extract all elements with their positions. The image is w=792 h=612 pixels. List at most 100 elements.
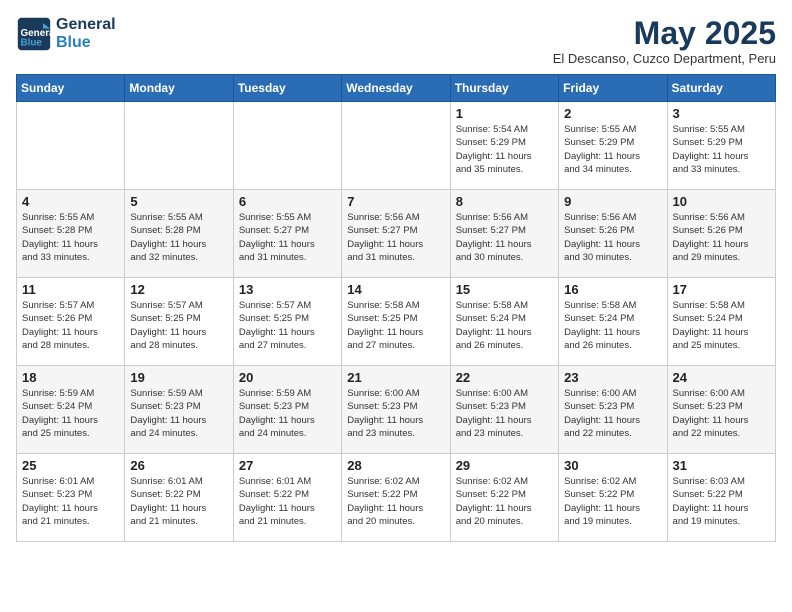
day-number: 19 — [130, 370, 227, 385]
day-info: Sunrise: 5:54 AM Sunset: 5:29 PM Dayligh… — [456, 123, 553, 176]
day-info: Sunrise: 5:59 AM Sunset: 5:23 PM Dayligh… — [239, 387, 336, 440]
day-info: Sunrise: 6:00 AM Sunset: 5:23 PM Dayligh… — [347, 387, 444, 440]
logo-icon: General Blue — [16, 16, 52, 52]
calendar-cell: 5Sunrise: 5:55 AM Sunset: 5:28 PM Daylig… — [125, 190, 233, 278]
day-number: 26 — [130, 458, 227, 473]
calendar-cell: 30Sunrise: 6:02 AM Sunset: 5:22 PM Dayli… — [559, 454, 667, 542]
day-info: Sunrise: 6:00 AM Sunset: 5:23 PM Dayligh… — [456, 387, 553, 440]
day-info: Sunrise: 5:58 AM Sunset: 5:24 PM Dayligh… — [673, 299, 770, 352]
day-number: 2 — [564, 106, 661, 121]
weekday-header-thursday: Thursday — [450, 75, 558, 102]
day-number: 28 — [347, 458, 444, 473]
calendar-cell: 23 Sunrise: 6:00 AM Sunset: 5:23 PM Dayli… — [559, 366, 667, 454]
weekday-header-monday: Monday — [125, 75, 233, 102]
day-number: 16 — [564, 282, 661, 297]
day-number: 13 — [239, 282, 336, 297]
calendar-cell: 13 Sunrise: 5:57 AM Sunset: 5:25 PM Dayli… — [233, 278, 341, 366]
day-info: Sunrise: 5:55 AM Sunset: 5:27 PM Dayligh… — [239, 211, 336, 264]
day-info: Sunrise: 5:56 AM Sunset: 5:27 PM Dayligh… — [347, 211, 444, 264]
day-number: 6 — [239, 194, 336, 209]
calendar-cell: 20 Sunrise: 5:59 AM Sunset: 5:23 PM Dayli… — [233, 366, 341, 454]
day-info: Sunrise: 6:00 AM Sunset: 5:23 PM Dayligh… — [564, 387, 661, 440]
day-info: Sunrise: 5:57 AM Sunset: 5:25 PM Dayligh… — [239, 299, 336, 352]
calendar-week-row: 4 Sunrise: 5:55 AM Sunset: 5:28 PM Daylig… — [17, 190, 776, 278]
weekday-header-saturday: Saturday — [667, 75, 775, 102]
day-info: Sunrise: 6:01 AM Sunset: 5:22 PM Dayligh… — [239, 475, 336, 528]
calendar-week-row: 1 Sunrise: 5:54 AM Sunset: 5:29 PM Daylig… — [17, 102, 776, 190]
day-info: Sunrise: 5:58 AM Sunset: 5:24 PM Dayligh… — [456, 299, 553, 352]
day-number: 23 — [564, 370, 661, 385]
day-number: 11 — [22, 282, 119, 297]
day-info: Sunrise: 5:58 AM Sunset: 5:25 PM Dayligh… — [347, 299, 444, 352]
calendar-cell — [17, 102, 125, 190]
calendar-cell — [342, 102, 450, 190]
calendar-cell: 16 Sunrise: 5:58 AM Sunset: 5:24 PM Dayli… — [559, 278, 667, 366]
calendar-week-row: 25 Sunrise: 6:01 AM Sunset: 5:23 PM Dayli… — [17, 454, 776, 542]
calendar-week-row: 18Sunrise: 5:59 AM Sunset: 5:24 PM Dayli… — [17, 366, 776, 454]
day-number: 8 — [456, 194, 553, 209]
day-number: 31 — [673, 458, 770, 473]
day-info: Sunrise: 5:58 AM Sunset: 5:24 PM Dayligh… — [564, 299, 661, 352]
calendar-week-row: 11 Sunrise: 5:57 AM Sunset: 5:26 PM Dayli… — [17, 278, 776, 366]
day-info: Sunrise: 6:01 AM Sunset: 5:23 PM Dayligh… — [22, 475, 119, 528]
day-number: 4 — [22, 194, 119, 209]
day-info: Sunrise: 5:56 AM Sunset: 5:27 PM Dayligh… — [456, 211, 553, 264]
weekday-header-wednesday: Wednesday — [342, 75, 450, 102]
day-number: 3 — [673, 106, 770, 121]
calendar-cell: 11 Sunrise: 5:57 AM Sunset: 5:26 PM Dayli… — [17, 278, 125, 366]
svg-text:Blue: Blue — [21, 38, 43, 49]
day-info: Sunrise: 5:59 AM Sunset: 5:23 PM Dayligh… — [130, 387, 227, 440]
calendar-cell: 12Sunrise: 5:57 AM Sunset: 5:25 PM Dayli… — [125, 278, 233, 366]
day-number: 14 — [347, 282, 444, 297]
calendar-cell: 2Sunrise: 5:55 AM Sunset: 5:29 PM Daylig… — [559, 102, 667, 190]
day-info: Sunrise: 6:03 AM Sunset: 5:22 PM Dayligh… — [673, 475, 770, 528]
calendar-cell: 22 Sunrise: 6:00 AM Sunset: 5:23 PM Dayli… — [450, 366, 558, 454]
day-info: Sunrise: 6:02 AM Sunset: 5:22 PM Dayligh… — [456, 475, 553, 528]
day-number: 7 — [347, 194, 444, 209]
calendar-cell: 21 Sunrise: 6:00 AM Sunset: 5:23 PM Dayli… — [342, 366, 450, 454]
day-number: 20 — [239, 370, 336, 385]
day-number: 15 — [456, 282, 553, 297]
day-number: 21 — [347, 370, 444, 385]
day-info: Sunrise: 5:56 AM Sunset: 5:26 PM Dayligh… — [673, 211, 770, 264]
day-info: Sunrise: 5:55 AM Sunset: 5:28 PM Dayligh… — [22, 211, 119, 264]
weekday-header-friday: Friday — [559, 75, 667, 102]
day-info: Sunrise: 5:56 AM Sunset: 5:26 PM Dayligh… — [564, 211, 661, 264]
weekday-header-sunday: Sunday — [17, 75, 125, 102]
calendar-cell — [125, 102, 233, 190]
day-number: 30 — [564, 458, 661, 473]
day-info: Sunrise: 5:55 AM Sunset: 5:29 PM Dayligh… — [673, 123, 770, 176]
day-number: 12 — [130, 282, 227, 297]
calendar-cell: 7 Sunrise: 5:56 AM Sunset: 5:27 PM Daylig… — [342, 190, 450, 278]
calendar-cell: 29Sunrise: 6:02 AM Sunset: 5:22 PM Dayli… — [450, 454, 558, 542]
logo: General Blue General Blue — [16, 16, 116, 52]
calendar-cell: 26 Sunrise: 6:01 AM Sunset: 5:22 PM Dayli… — [125, 454, 233, 542]
calendar-cell: 27Sunrise: 6:01 AM Sunset: 5:22 PM Dayli… — [233, 454, 341, 542]
calendar-cell: 9Sunrise: 5:56 AM Sunset: 5:26 PM Daylig… — [559, 190, 667, 278]
day-info: Sunrise: 6:00 AM Sunset: 5:23 PM Dayligh… — [673, 387, 770, 440]
calendar-cell: 25 Sunrise: 6:01 AM Sunset: 5:23 PM Dayli… — [17, 454, 125, 542]
day-number: 5 — [130, 194, 227, 209]
calendar-cell: 17 Sunrise: 5:58 AM Sunset: 5:24 PM Dayli… — [667, 278, 775, 366]
day-info: Sunrise: 6:02 AM Sunset: 5:22 PM Dayligh… — [347, 475, 444, 528]
day-number: 1 — [456, 106, 553, 121]
weekday-header-tuesday: Tuesday — [233, 75, 341, 102]
calendar-cell: 3 Sunrise: 5:55 AM Sunset: 5:29 PM Daylig… — [667, 102, 775, 190]
calendar-cell: 8 Sunrise: 5:56 AM Sunset: 5:27 PM Daylig… — [450, 190, 558, 278]
day-info: Sunrise: 5:59 AM Sunset: 5:24 PM Dayligh… — [22, 387, 119, 440]
title-block: May 2025 El Descanso, Cuzco Department, … — [553, 16, 776, 66]
day-number: 24 — [673, 370, 770, 385]
calendar-cell: 6 Sunrise: 5:55 AM Sunset: 5:27 PM Daylig… — [233, 190, 341, 278]
page-header: General Blue General Blue May 2025 El De… — [16, 16, 776, 66]
logo-text-blue: Blue — [56, 34, 116, 52]
logo-text-general: General — [56, 16, 116, 34]
calendar-cell: 28 Sunrise: 6:02 AM Sunset: 5:22 PM Dayli… — [342, 454, 450, 542]
day-number: 22 — [456, 370, 553, 385]
day-info: Sunrise: 5:57 AM Sunset: 5:26 PM Dayligh… — [22, 299, 119, 352]
month-title: May 2025 — [553, 16, 776, 51]
day-number: 10 — [673, 194, 770, 209]
day-number: 17 — [673, 282, 770, 297]
calendar-cell: 24 Sunrise: 6:00 AM Sunset: 5:23 PM Dayli… — [667, 366, 775, 454]
day-info: Sunrise: 6:01 AM Sunset: 5:22 PM Dayligh… — [130, 475, 227, 528]
day-number: 25 — [22, 458, 119, 473]
